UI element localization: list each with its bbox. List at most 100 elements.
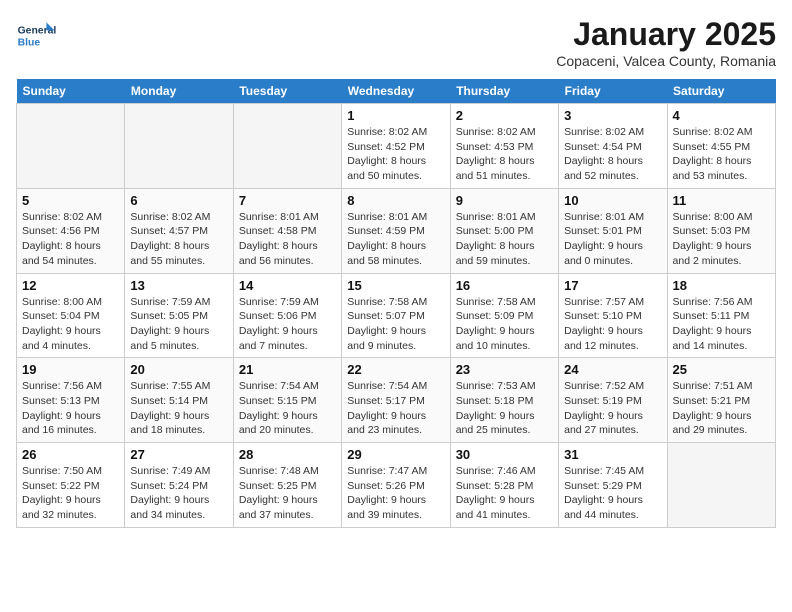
calendar-cell xyxy=(667,443,775,528)
calendar-week-row: 19 Sunrise: 7:56 AM Sunset: 5:13 PM Dayli… xyxy=(17,358,776,443)
day-info: Sunrise: 7:51 AM Sunset: 5:21 PM Dayligh… xyxy=(673,379,770,438)
day-info: Sunrise: 7:58 AM Sunset: 5:07 PM Dayligh… xyxy=(347,295,444,354)
day-info: Sunrise: 8:02 AM Sunset: 4:56 PM Dayligh… xyxy=(22,210,119,269)
weekday-header: Thursday xyxy=(450,79,558,104)
day-info: Sunrise: 8:02 AM Sunset: 4:55 PM Dayligh… xyxy=(673,125,770,184)
calendar-cell: 18 Sunrise: 7:56 AM Sunset: 5:11 PM Dayli… xyxy=(667,273,775,358)
day-info: Sunrise: 7:54 AM Sunset: 5:15 PM Dayligh… xyxy=(239,379,336,438)
day-number: 2 xyxy=(456,108,553,123)
calendar-cell: 11 Sunrise: 8:00 AM Sunset: 5:03 PM Dayli… xyxy=(667,188,775,273)
day-info: Sunrise: 8:00 AM Sunset: 5:03 PM Dayligh… xyxy=(673,210,770,269)
calendar-cell: 9 Sunrise: 8:01 AM Sunset: 5:00 PM Daylig… xyxy=(450,188,558,273)
svg-text:Blue: Blue xyxy=(18,38,41,49)
calendar-cell: 31Sunrise: 7:45 AM Sunset: 5:29 PM Dayli… xyxy=(559,443,667,528)
weekday-header: Wednesday xyxy=(342,79,450,104)
month-title: January 2025 xyxy=(556,16,776,53)
calendar-cell: 21 Sunrise: 7:54 AM Sunset: 5:15 PM Dayli… xyxy=(233,358,341,443)
day-number: 22 xyxy=(347,362,444,377)
calendar-table: SundayMondayTuesdayWednesdayThursdayFrid… xyxy=(16,79,776,528)
logo: General Blue xyxy=(16,16,60,56)
day-info: Sunrise: 8:02 AM Sunset: 4:54 PM Dayligh… xyxy=(564,125,661,184)
calendar-cell: 13Sunrise: 7:59 AM Sunset: 5:05 PM Dayli… xyxy=(125,273,233,358)
calendar-cell: 25Sunrise: 7:51 AM Sunset: 5:21 PM Dayli… xyxy=(667,358,775,443)
weekday-header-row: SundayMondayTuesdayWednesdayThursdayFrid… xyxy=(17,79,776,104)
calendar-cell: 10 Sunrise: 8:01 AM Sunset: 5:01 PM Dayli… xyxy=(559,188,667,273)
logo-icon: General Blue xyxy=(16,16,56,56)
day-info: Sunrise: 8:01 AM Sunset: 5:01 PM Dayligh… xyxy=(564,210,661,269)
calendar-week-row: 5 Sunrise: 8:02 AM Sunset: 4:56 PM Daylig… xyxy=(17,188,776,273)
calendar-cell: 30 Sunrise: 7:46 AM Sunset: 5:28 PM Dayli… xyxy=(450,443,558,528)
day-number: 5 xyxy=(22,193,119,208)
day-number: 21 xyxy=(239,362,336,377)
calendar-cell: 28 Sunrise: 7:48 AM Sunset: 5:25 PM Dayli… xyxy=(233,443,341,528)
day-number: 20 xyxy=(130,362,227,377)
calendar-cell: 27 Sunrise: 7:49 AM Sunset: 5:24 PM Dayli… xyxy=(125,443,233,528)
title-section: January 2025 Copaceni, Valcea County, Ro… xyxy=(556,16,776,69)
calendar-cell: 23 Sunrise: 7:53 AM Sunset: 5:18 PM Dayli… xyxy=(450,358,558,443)
weekday-header: Sunday xyxy=(17,79,125,104)
calendar-cell: 7 Sunrise: 8:01 AM Sunset: 4:58 PM Daylig… xyxy=(233,188,341,273)
calendar-cell: 1 Sunrise: 8:02 AM Sunset: 4:52 PM Daylig… xyxy=(342,104,450,189)
calendar-cell: 5 Sunrise: 8:02 AM Sunset: 4:56 PM Daylig… xyxy=(17,188,125,273)
day-number: 18 xyxy=(673,278,770,293)
day-info: Sunrise: 7:45 AM Sunset: 5:29 PM Dayligh… xyxy=(564,464,661,523)
calendar-cell: 8Sunrise: 8:01 AM Sunset: 4:59 PM Daylig… xyxy=(342,188,450,273)
day-info: Sunrise: 8:02 AM Sunset: 4:57 PM Dayligh… xyxy=(130,210,227,269)
calendar-cell: 24Sunrise: 7:52 AM Sunset: 5:19 PM Dayli… xyxy=(559,358,667,443)
day-number: 23 xyxy=(456,362,553,377)
calendar-cell: 14 Sunrise: 7:59 AM Sunset: 5:06 PM Dayli… xyxy=(233,273,341,358)
location: Copaceni, Valcea County, Romania xyxy=(556,53,776,69)
calendar-cell: 2Sunrise: 8:02 AM Sunset: 4:53 PM Daylig… xyxy=(450,104,558,189)
day-info: Sunrise: 7:57 AM Sunset: 5:10 PM Dayligh… xyxy=(564,295,661,354)
calendar-cell: 17 Sunrise: 7:57 AM Sunset: 5:10 PM Dayli… xyxy=(559,273,667,358)
weekday-header: Monday xyxy=(125,79,233,104)
day-number: 17 xyxy=(564,278,661,293)
calendar-week-row: 26Sunrise: 7:50 AM Sunset: 5:22 PM Dayli… xyxy=(17,443,776,528)
calendar-cell: 29 Sunrise: 7:47 AM Sunset: 5:26 PM Dayli… xyxy=(342,443,450,528)
day-number: 11 xyxy=(673,193,770,208)
day-info: Sunrise: 7:48 AM Sunset: 5:25 PM Dayligh… xyxy=(239,464,336,523)
day-number: 7 xyxy=(239,193,336,208)
day-number: 24 xyxy=(564,362,661,377)
calendar-cell: 20 Sunrise: 7:55 AM Sunset: 5:14 PM Dayli… xyxy=(125,358,233,443)
day-number: 19 xyxy=(22,362,119,377)
day-info: Sunrise: 7:56 AM Sunset: 5:13 PM Dayligh… xyxy=(22,379,119,438)
calendar-cell: 15 Sunrise: 7:58 AM Sunset: 5:07 PM Dayli… xyxy=(342,273,450,358)
day-info: Sunrise: 7:53 AM Sunset: 5:18 PM Dayligh… xyxy=(456,379,553,438)
day-info: Sunrise: 8:00 AM Sunset: 5:04 PM Dayligh… xyxy=(22,295,119,354)
day-number: 10 xyxy=(564,193,661,208)
day-info: Sunrise: 7:58 AM Sunset: 5:09 PM Dayligh… xyxy=(456,295,553,354)
day-info: Sunrise: 8:02 AM Sunset: 4:52 PM Dayligh… xyxy=(347,125,444,184)
day-number: 4 xyxy=(673,108,770,123)
day-number: 15 xyxy=(347,278,444,293)
day-info: Sunrise: 7:59 AM Sunset: 5:06 PM Dayligh… xyxy=(239,295,336,354)
day-info: Sunrise: 8:01 AM Sunset: 4:58 PM Dayligh… xyxy=(239,210,336,269)
weekday-header: Saturday xyxy=(667,79,775,104)
day-number: 14 xyxy=(239,278,336,293)
day-number: 27 xyxy=(130,447,227,462)
day-number: 6 xyxy=(130,193,227,208)
calendar-week-row: 1 Sunrise: 8:02 AM Sunset: 4:52 PM Daylig… xyxy=(17,104,776,189)
calendar-cell: 6 Sunrise: 8:02 AM Sunset: 4:57 PM Daylig… xyxy=(125,188,233,273)
calendar-cell: 22Sunrise: 7:54 AM Sunset: 5:17 PM Dayli… xyxy=(342,358,450,443)
day-number: 1 xyxy=(347,108,444,123)
calendar-cell xyxy=(233,104,341,189)
day-number: 8 xyxy=(347,193,444,208)
calendar-week-row: 12Sunrise: 8:00 AM Sunset: 5:04 PM Dayli… xyxy=(17,273,776,358)
day-number: 28 xyxy=(239,447,336,462)
day-number: 26 xyxy=(22,447,119,462)
calendar-cell: 16Sunrise: 7:58 AM Sunset: 5:09 PM Dayli… xyxy=(450,273,558,358)
day-info: Sunrise: 7:47 AM Sunset: 5:26 PM Dayligh… xyxy=(347,464,444,523)
day-info: Sunrise: 7:46 AM Sunset: 5:28 PM Dayligh… xyxy=(456,464,553,523)
day-info: Sunrise: 7:49 AM Sunset: 5:24 PM Dayligh… xyxy=(130,464,227,523)
calendar-cell: 19 Sunrise: 7:56 AM Sunset: 5:13 PM Dayli… xyxy=(17,358,125,443)
day-number: 29 xyxy=(347,447,444,462)
day-info: Sunrise: 8:01 AM Sunset: 5:00 PM Dayligh… xyxy=(456,210,553,269)
day-info: Sunrise: 7:56 AM Sunset: 5:11 PM Dayligh… xyxy=(673,295,770,354)
day-number: 30 xyxy=(456,447,553,462)
day-number: 3 xyxy=(564,108,661,123)
day-number: 9 xyxy=(456,193,553,208)
day-info: Sunrise: 7:55 AM Sunset: 5:14 PM Dayligh… xyxy=(130,379,227,438)
day-info: Sunrise: 7:59 AM Sunset: 5:05 PM Dayligh… xyxy=(130,295,227,354)
calendar-cell xyxy=(17,104,125,189)
